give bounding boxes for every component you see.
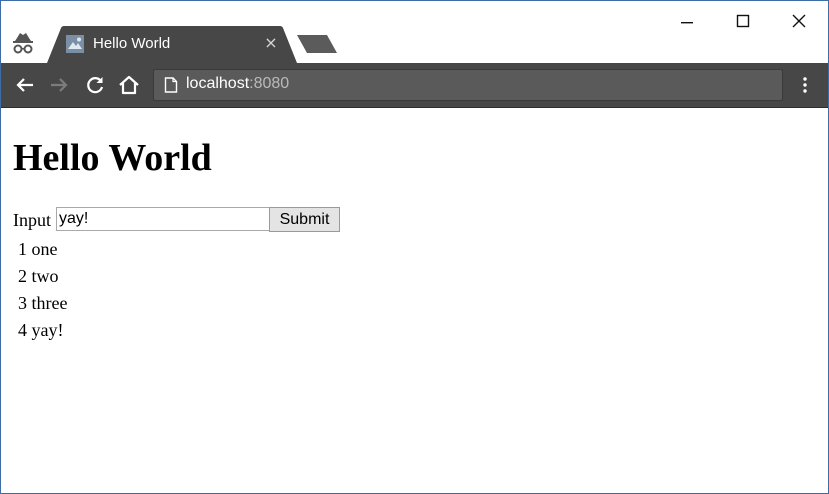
list-item: 3 three <box>18 290 67 317</box>
page-title: Hello World <box>13 137 212 179</box>
forward-arrow-icon[interactable] <box>47 73 71 97</box>
close-window-button[interactable] <box>779 7 819 37</box>
page-info-icon[interactable] <box>164 77 178 93</box>
item-text: two <box>31 266 59 286</box>
item-id: 2 <box>18 266 27 286</box>
url-text: localhost:8080 <box>186 75 289 93</box>
reload-icon[interactable] <box>83 73 107 97</box>
url-host: localhost <box>186 75 250 92</box>
browser-window: Hello World × localhost:8080 Hello World… <box>0 0 829 494</box>
submit-button[interactable]: Submit <box>269 207 340 232</box>
list-item: 2 two <box>18 263 67 290</box>
tab-strip: Hello World × <box>1 1 828 63</box>
tab-title: Hello World <box>93 35 171 52</box>
tab-hello-world[interactable]: Hello World × <box>47 26 297 63</box>
item-list: 1 one 2 two 3 three 4 yay! <box>18 236 67 344</box>
list-item: 4 yay! <box>18 317 67 344</box>
home-icon[interactable] <box>117 73 141 97</box>
item-text: yay! <box>31 320 64 340</box>
item-id: 3 <box>18 293 27 313</box>
close-tab-icon[interactable]: × <box>263 34 279 52</box>
item-id: 1 <box>18 239 27 259</box>
maximize-button[interactable] <box>723 7 763 37</box>
text-input[interactable] <box>56 207 270 231</box>
page-favicon-icon <box>66 35 84 53</box>
new-tab-button[interactable] <box>297 35 339 55</box>
item-text: one <box>31 239 58 259</box>
input-label: Input <box>13 210 51 230</box>
url-port: :8080 <box>249 75 290 92</box>
address-bar[interactable]: localhost:8080 <box>153 69 783 101</box>
item-text: three <box>31 293 68 313</box>
kebab-menu-icon[interactable] <box>797 73 813 97</box>
list-item: 1 one <box>18 236 67 263</box>
incognito-icon <box>9 29 37 57</box>
page-content: Hello World Input Submit 1 one 2 two 3 t… <box>1 108 828 493</box>
back-arrow-icon[interactable] <box>13 73 37 97</box>
minimize-button[interactable] <box>667 7 707 37</box>
item-id: 4 <box>18 320 27 340</box>
browser-toolbar: localhost:8080 <box>1 63 828 108</box>
